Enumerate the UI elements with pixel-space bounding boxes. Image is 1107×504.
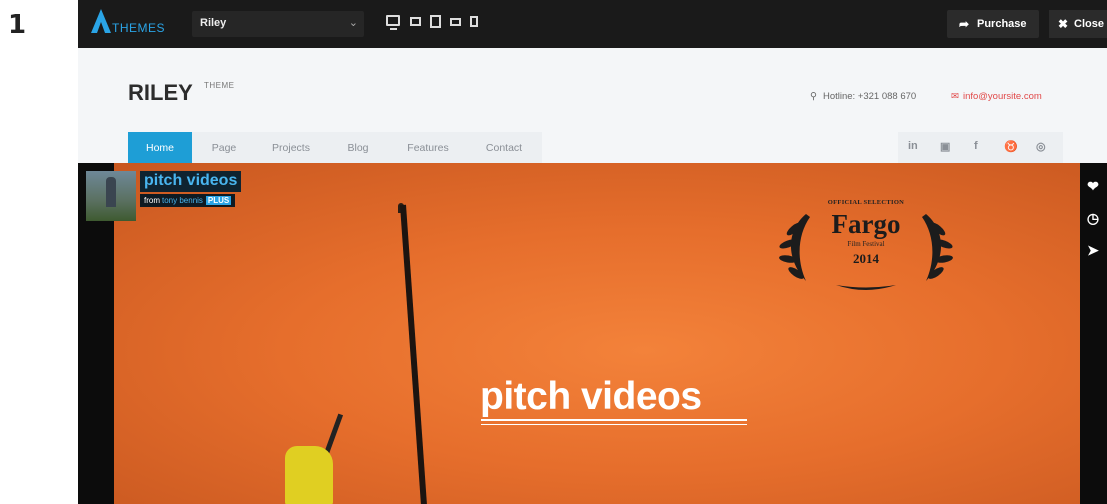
fargo-festival-text: Film Festival [847,240,885,248]
video-title[interactable]: pitch videos [140,171,242,192]
send-icon[interactable]: ➤ [1084,241,1102,259]
avatar-figure [106,177,116,207]
linkedin-icon[interactable]: in [908,140,918,152]
dribbble-icon[interactable]: ◎ [1036,140,1046,153]
email-text: info@yoursite.com [962,91,1042,102]
stick-graphic [400,204,427,504]
fargo-year: 2014 [853,251,879,266]
themes-logo[interactable]: THEMES [90,8,190,40]
nav-item-home[interactable]: Home [128,132,192,163]
phone-icon[interactable] [470,16,478,27]
heart-icon[interactable]: ❤ [1084,177,1102,195]
close-button[interactable]: ✖ Close [1049,10,1107,38]
fargo-laurel: OFFICIAL SELECTION Fargo Film Festival 2… [766,189,966,299]
tablet-icon[interactable] [430,15,441,28]
desktop-stand [390,28,397,30]
clock-icon[interactable]: ◷ [1084,209,1102,227]
from-label: from [144,196,160,205]
mail-icon: ✉ [951,91,959,102]
nav-item-contact[interactable]: Contact [466,132,542,163]
title-underline [481,419,747,421]
site-brand[interactable]: RILEY [128,80,193,106]
chevron-down-icon: ⌄ [348,17,358,29]
logo-text: THEMES [112,21,166,35]
theme-preview-bar: THEMES Riley ⌄ ➦ Purchase ✖ Close [78,0,1107,48]
theme-select[interactable]: Riley ⌄ [192,11,364,37]
main-nav: Home Page Projects Blog Features Contact [128,132,542,163]
video-overlay-title: pitch videos [480,375,702,418]
tablet-landscape-icon[interactable] [450,18,461,26]
fargo-name: Fargo [831,209,901,239]
foursquare-icon[interactable]: ♉ [1004,140,1018,153]
close-label: Close [1074,18,1104,30]
yellow-figure [285,446,333,504]
facebook-icon[interactable]: f [974,140,978,152]
share-arrow-icon: ➦ [959,17,970,31]
title-underline-thin [481,424,747,425]
close-icon: ✖ [1058,17,1069,31]
video-player[interactable]: OFFICIAL SELECTION Fargo Film Festival 2… [78,163,1107,504]
theme-select-value: Riley [200,17,227,29]
author-avatar[interactable] [86,171,136,221]
video-byline: from tony bennis PLUS [140,194,236,207]
fargo-official-text: OFFICIAL SELECTION [827,199,905,206]
nav-item-projects[interactable]: Projects [256,132,326,163]
author-link[interactable]: tony bennis [162,196,203,205]
plus-badge: PLUS [205,196,232,205]
logo-icon [91,9,111,33]
browser-frame: THEMES Riley ⌄ ➦ Purchase ✖ Close RILEY … [78,0,1107,504]
nav-item-features[interactable]: Features [390,132,466,163]
step-number: 1 [8,10,27,40]
phone-icon: ⚲ [810,91,817,102]
site-brand-sup: THEME [204,81,235,90]
email-link[interactable]: ✉ info@yoursite.com [951,91,1042,102]
hotline: ⚲ Hotline: +321 088 670 [810,91,916,102]
site-header: RILEY THEME ⚲ Hotline: +321 088 670 ✉ info… [78,48,1107,163]
hotline-text: Hotline: +321 088 670 [822,91,917,102]
nav-item-blog[interactable]: Blog [326,132,390,163]
flickr-icon[interactable]: ▣ [940,140,950,153]
laptop-icon[interactable] [410,17,421,26]
purchase-label: Purchase [977,18,1027,30]
desktop-icon[interactable] [386,15,400,26]
purchase-button[interactable]: ➦ Purchase [947,10,1039,38]
social-links: in ▣ f ♉ ◎ [898,132,1063,163]
nav-item-page[interactable]: Page [192,132,256,163]
